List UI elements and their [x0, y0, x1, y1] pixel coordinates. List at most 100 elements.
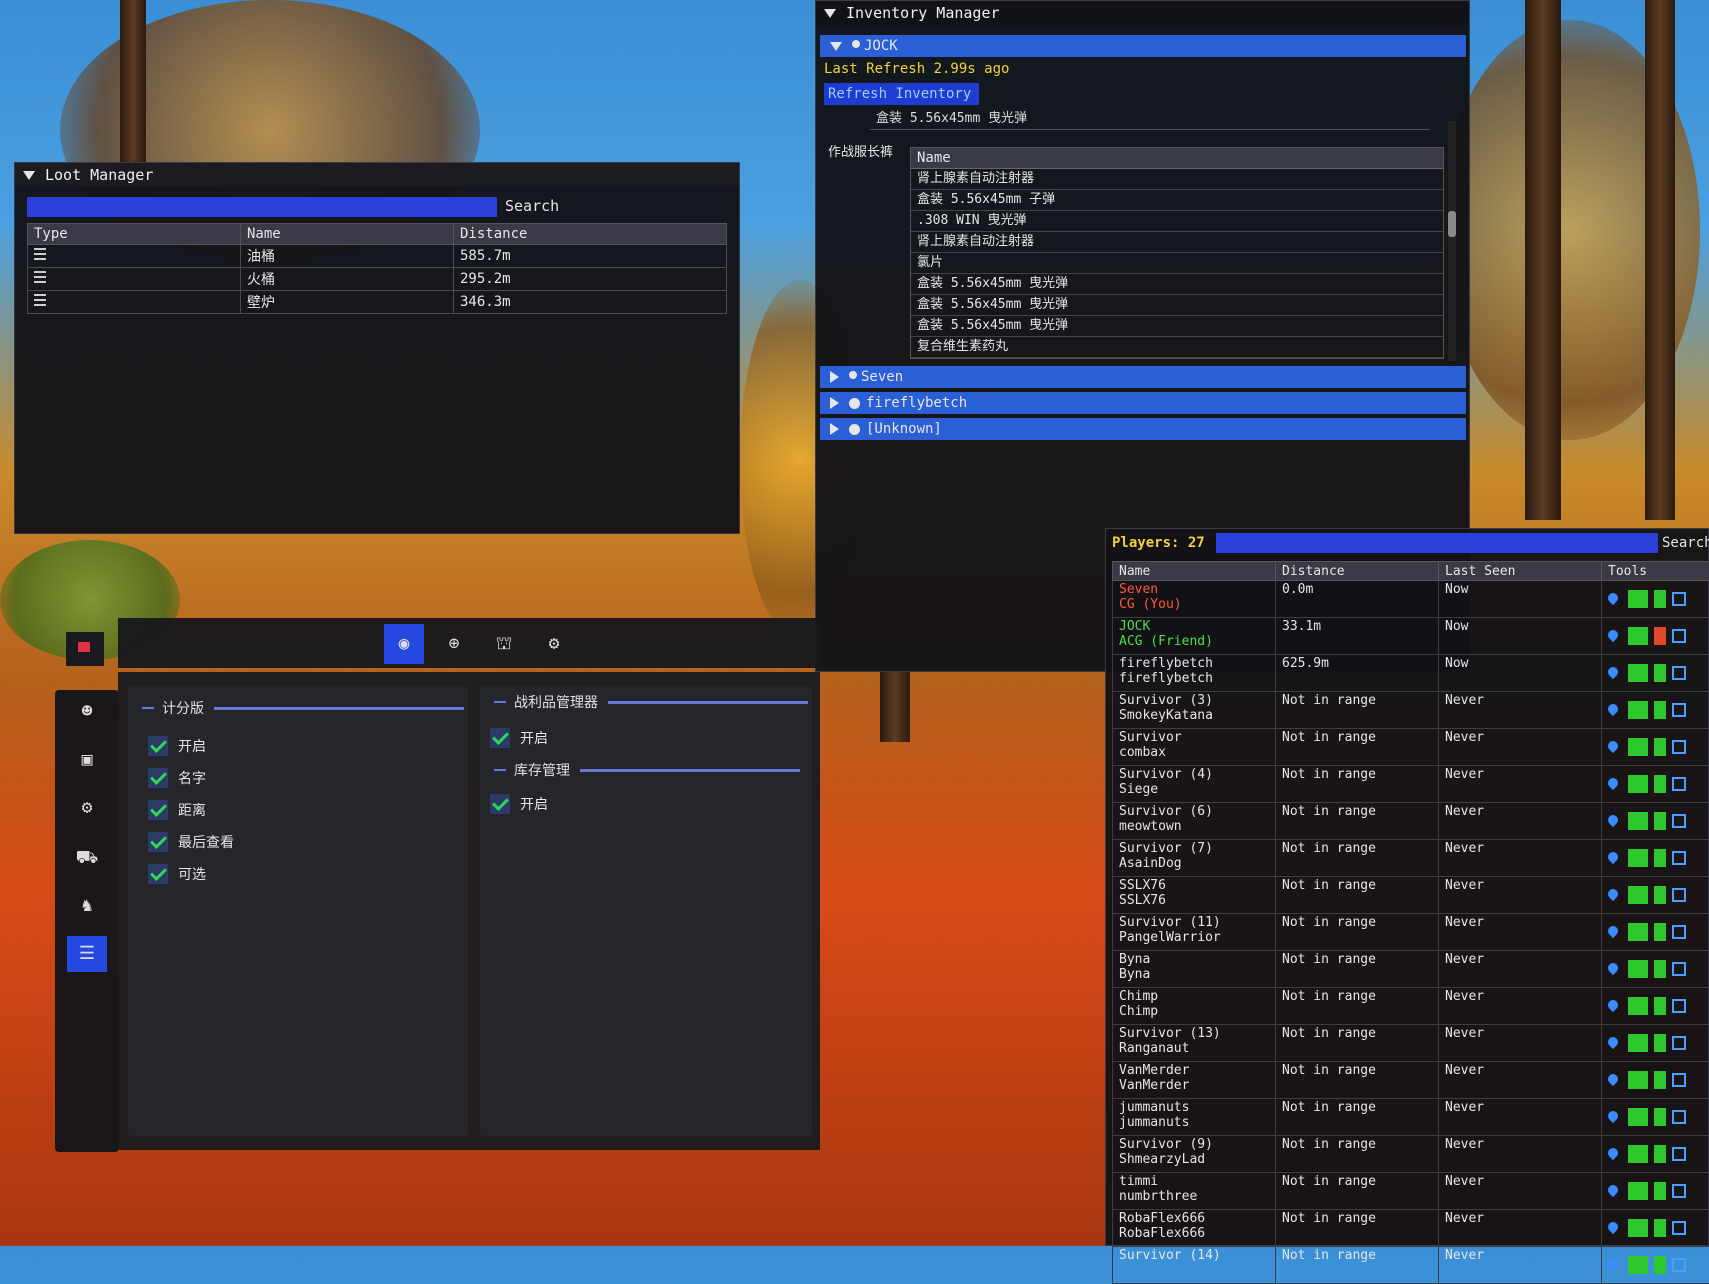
external-link-icon[interactable] — [1672, 1073, 1686, 1087]
checkbox-checked-icon[interactable] — [148, 832, 168, 852]
friend-toggle-button[interactable] — [1654, 1071, 1666, 1089]
location-pin-icon[interactable] — [1606, 1219, 1620, 1233]
location-pin-icon[interactable] — [1606, 1256, 1620, 1270]
external-link-icon[interactable] — [1672, 888, 1686, 902]
car-icon[interactable]: ⛟ — [67, 840, 107, 876]
external-link-icon[interactable] — [1672, 1147, 1686, 1161]
table-row[interactable]: Survivor (14)Not in rangeNever — [1113, 1247, 1709, 1284]
toggle-button[interactable] — [1628, 1034, 1648, 1052]
player-header-collapsed[interactable]: Seven — [820, 366, 1466, 388]
eye-icon[interactable]: ◉ — [384, 624, 424, 664]
players-search-input[interactable] — [1216, 533, 1658, 553]
checkbox-checked-icon[interactable] — [148, 736, 168, 756]
column-header-name[interactable]: Name — [241, 224, 454, 245]
toggle-button[interactable] — [1628, 1145, 1648, 1163]
friend-toggle-button[interactable] — [1654, 738, 1666, 756]
column-header-last-seen[interactable]: Last Seen — [1439, 562, 1602, 581]
player-header-expanded[interactable]: JOCK — [820, 35, 1466, 57]
inventory-manager-title-bar[interactable]: Inventory Manager — [816, 1, 1469, 25]
table-row[interactable]: Survivor (11)PangelWarriorNot in rangeNe… — [1113, 914, 1709, 951]
location-pin-icon[interactable] — [1606, 1182, 1620, 1196]
friend-toggle-button[interactable] — [1654, 775, 1666, 793]
external-link-icon[interactable] — [1672, 629, 1686, 643]
friend-toggle-button[interactable] — [1654, 812, 1666, 830]
crosshair-icon[interactable]: ⊕ — [434, 624, 474, 664]
table-row[interactable]: SSLX76SSLX76Not in rangeNever — [1113, 877, 1709, 914]
toggle-button[interactable] — [1628, 886, 1648, 904]
location-pin-icon[interactable] — [1606, 1145, 1620, 1159]
external-link-icon[interactable] — [1672, 1258, 1686, 1272]
column-header-name[interactable]: Name — [911, 148, 1443, 169]
scrollbar-thumb[interactable] — [1448, 211, 1456, 237]
table-row[interactable]: ChimpChimpNot in rangeNever — [1113, 988, 1709, 1025]
cube-icon[interactable]: ▣ — [67, 742, 107, 778]
table-row[interactable]: Survivor (4)SiegeNot in rangeNever — [1113, 766, 1709, 803]
checkbox-checked-icon[interactable] — [490, 794, 510, 814]
refresh-inventory-button[interactable]: Refresh Inventory — [824, 83, 979, 105]
friend-toggle-button[interactable] — [1654, 1034, 1666, 1052]
location-pin-icon[interactable] — [1606, 960, 1620, 974]
location-pin-icon[interactable] — [1606, 664, 1620, 678]
external-link-icon[interactable] — [1672, 1221, 1686, 1235]
external-link-icon[interactable] — [1672, 740, 1686, 754]
toggle-button[interactable] — [1628, 775, 1648, 793]
location-pin-icon[interactable] — [1606, 997, 1620, 1011]
flag-tab[interactable] — [66, 632, 104, 666]
checkbox-checked-icon[interactable] — [148, 864, 168, 884]
table-row[interactable]: Survivor (3)SmokeyKatanaNot in rangeNeve… — [1113, 692, 1709, 729]
external-link-icon[interactable] — [1672, 1184, 1686, 1198]
friend-toggle-button[interactable] — [1654, 1219, 1666, 1237]
loot-search-input[interactable] — [27, 197, 497, 217]
external-link-icon[interactable] — [1672, 999, 1686, 1013]
player-icon[interactable]: ☻ — [67, 694, 107, 730]
toggle-button[interactable] — [1628, 960, 1648, 978]
location-pin-icon[interactable] — [1606, 812, 1620, 826]
checkbox-checked-icon[interactable] — [490, 728, 510, 748]
toggle-button[interactable] — [1628, 701, 1648, 719]
checkbox-enable[interactable]: 开启 — [148, 736, 206, 756]
toggle-button[interactable] — [1628, 664, 1648, 682]
table-row[interactable]: fireflybetchfireflybetch625.9mNow — [1113, 655, 1709, 692]
location-pin-icon[interactable] — [1606, 1071, 1620, 1085]
list-icon[interactable]: ☰ — [67, 936, 107, 972]
table-row[interactable]: JOCKACG (Friend)33.1mNow — [1113, 618, 1709, 655]
friend-toggle-button[interactable] — [1654, 849, 1666, 867]
column-header-distance[interactable]: Distance — [454, 224, 727, 245]
table-row[interactable]: jummanutsjummanutsNot in rangeNever — [1113, 1099, 1709, 1136]
toggle-button[interactable] — [1628, 997, 1648, 1015]
external-link-icon[interactable] — [1672, 666, 1686, 680]
checkbox-last-seen[interactable]: 最后查看 — [148, 832, 234, 852]
table-row[interactable]: Survivor (9)ShmearzyLadNot in rangeNever — [1113, 1136, 1709, 1173]
friend-toggle-button[interactable] — [1654, 960, 1666, 978]
friend-toggle-button[interactable] — [1654, 886, 1666, 904]
external-link-icon[interactable] — [1672, 1110, 1686, 1124]
friend-toggle-button[interactable] — [1654, 1145, 1666, 1163]
checkbox-optional[interactable]: 可选 — [148, 864, 206, 884]
player-header-collapsed[interactable]: fireflybetch — [820, 392, 1466, 414]
external-link-icon[interactable] — [1672, 592, 1686, 606]
toggle-button[interactable] — [1628, 627, 1648, 645]
table-row[interactable]: VanMerderVanMerderNot in rangeNever — [1113, 1062, 1709, 1099]
friend-toggle-button[interactable] — [1654, 627, 1666, 645]
toggle-button[interactable] — [1628, 590, 1648, 608]
friend-toggle-button[interactable] — [1654, 1182, 1666, 1200]
inventory-scrollbar[interactable] — [1448, 121, 1456, 361]
external-link-icon[interactable] — [1672, 777, 1686, 791]
toggle-button[interactable] — [1628, 1219, 1648, 1237]
table-row[interactable]: SurvivorcombaxNot in rangeNever — [1113, 729, 1709, 766]
toggle-button[interactable] — [1628, 1108, 1648, 1126]
gear-icon[interactable]: ⚙ — [67, 790, 107, 826]
checkbox-checked-icon[interactable] — [148, 800, 168, 820]
table-row[interactable]: 油桶 585.7m — [28, 245, 727, 268]
settings-gear-icon[interactable]: ⚙ — [534, 624, 574, 664]
external-link-icon[interactable] — [1672, 925, 1686, 939]
location-pin-icon[interactable] — [1606, 923, 1620, 937]
location-pin-icon[interactable] — [1606, 1034, 1620, 1048]
table-row[interactable]: Survivor (7)AsainDogNot in rangeNever — [1113, 840, 1709, 877]
external-link-icon[interactable] — [1672, 814, 1686, 828]
bug-icon[interactable]: ⛫ — [484, 624, 524, 664]
friend-toggle-button[interactable] — [1654, 997, 1666, 1015]
location-pin-icon[interactable] — [1606, 886, 1620, 900]
checkbox-checked-icon[interactable] — [148, 768, 168, 788]
friend-toggle-button[interactable] — [1654, 664, 1666, 682]
